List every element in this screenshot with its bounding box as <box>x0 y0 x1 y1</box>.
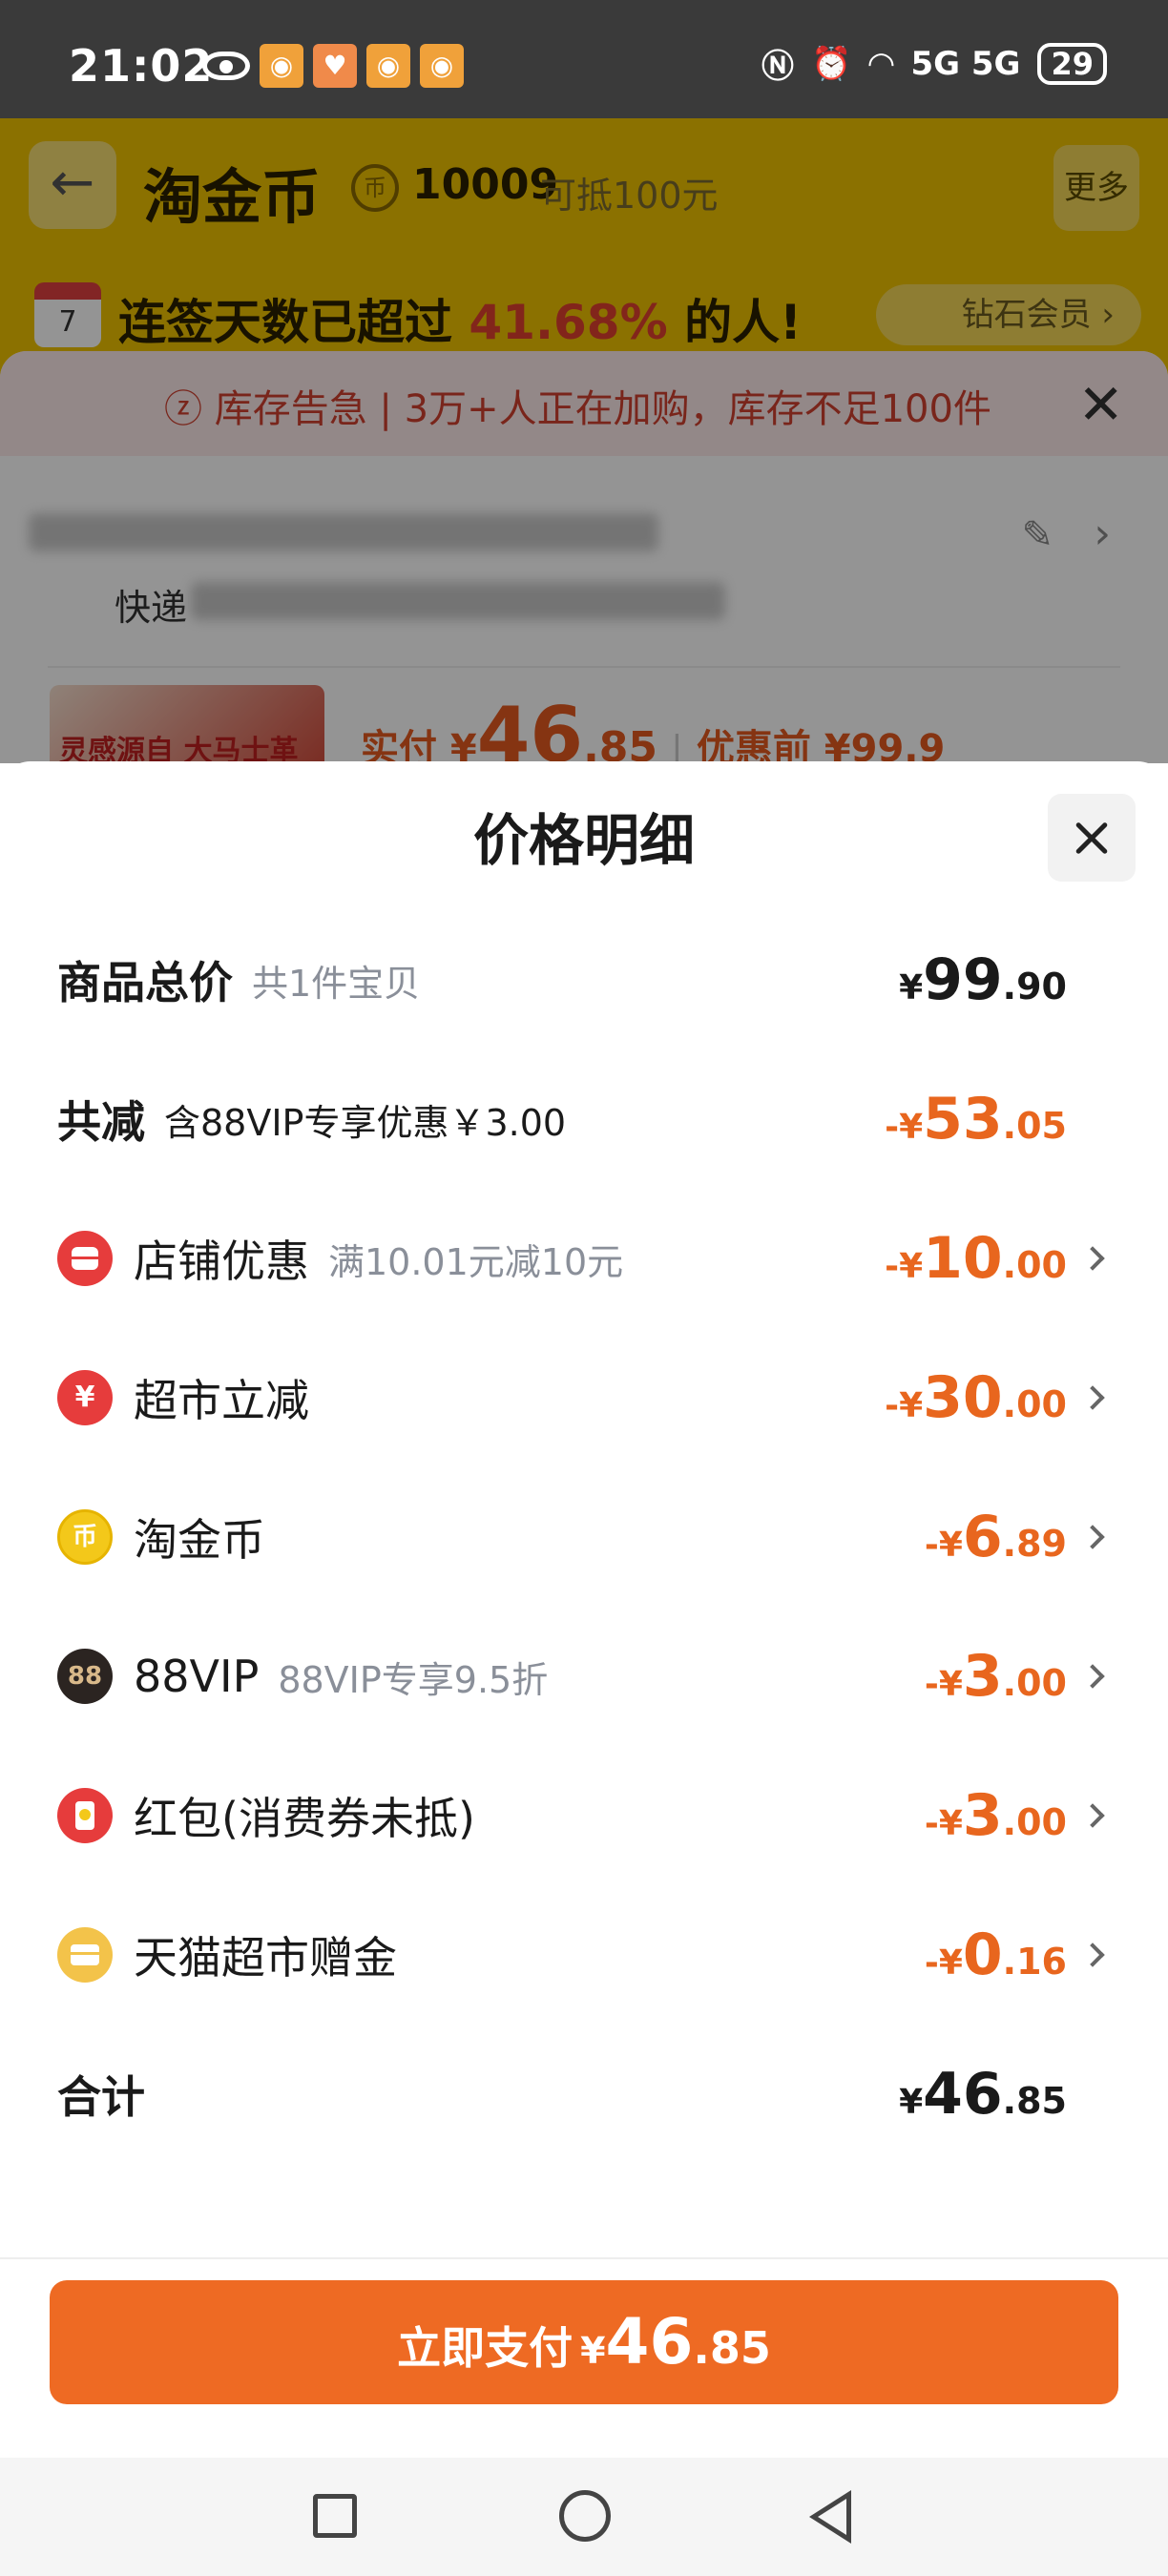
row-supermarket-discount[interactable]: ¥ 超市立减 -¥30.00 <box>0 1328 1168 1467</box>
nfc-icon: Ⓝ <box>761 48 794 86</box>
row-label: 超市立减 <box>134 1375 309 1426</box>
wifi-icon: ◠ <box>868 44 894 83</box>
divider <box>0 2257 1168 2259</box>
row-88vip[interactable]: 88 88VIP 88VIP专享9.5折 -¥3.00 <box>0 1607 1168 1746</box>
shop-icon <box>57 1231 113 1286</box>
supermarket-discount-icon: ¥ <box>57 1370 113 1425</box>
eye-icon <box>202 52 250 80</box>
chevron-right-icon <box>1080 1942 1105 1967</box>
row-amount: ¥99.90 <box>899 946 1067 1013</box>
alarm-icon: ⏰ <box>811 44 852 83</box>
row-amount: -¥0.16 <box>924 1922 1067 1988</box>
row-amount: -¥3.00 <box>924 1643 1067 1710</box>
row-label: 淘金币 <box>134 1514 265 1566</box>
status-right-icons: Ⓝ ⏰ ◠ 5G 5G 29 <box>761 40 1107 87</box>
row-amount: -¥10.00 <box>885 1225 1067 1292</box>
back-icon[interactable] <box>809 2490 851 2544</box>
row-label: 合计 <box>57 2071 145 2123</box>
heart-app-icon: ♥ <box>313 44 357 88</box>
row-sub: 共1件宝贝 <box>252 962 421 1005</box>
price-detail-sheet: 价格明细 商品总价 共1件宝贝 ¥99.90 共减 含88VIP专享优惠￥3.0… <box>0 761 1168 2458</box>
weibo-icon: ◉ <box>366 44 410 88</box>
modal-overlay[interactable] <box>0 118 1168 763</box>
row-sub: 满10.01元减10元 <box>328 1240 624 1283</box>
row-amount: -¥30.00 <box>885 1364 1067 1431</box>
red-packet-icon <box>57 1788 113 1843</box>
row-sub: 含88VIP专享优惠￥3.00 <box>164 1101 567 1144</box>
status-bar: 21:02 ◉ ♥ ◉ ◉ Ⓝ ⏰ ◠ 5G 5G 29 <box>0 0 1168 118</box>
battery-icon: 29 <box>1037 42 1107 85</box>
status-time: 21:02 <box>69 40 214 92</box>
row-label: 天猫超市赠金 <box>134 1932 397 1984</box>
weibo-icon: ◉ <box>420 44 464 88</box>
home-icon[interactable] <box>559 2490 611 2542</box>
row-label: 商品总价 <box>57 957 233 1008</box>
gift-money-icon <box>57 1927 113 1983</box>
row-amount: ¥46.85 <box>899 2061 1067 2128</box>
sheet-title: 价格明细 <box>472 808 695 873</box>
pay-now-button[interactable]: 立即支付 ¥46.85 <box>50 2280 1118 2404</box>
row-total-discount: 共减 含88VIP专享优惠￥3.00 -¥53.05 <box>0 1049 1168 1189</box>
row-shop-discount[interactable]: 店铺优惠 满10.01元减10元 -¥10.00 <box>0 1189 1168 1328</box>
row-grand-total: 合计 ¥46.85 <box>0 2025 1168 2164</box>
taobao-coin-icon: 币 <box>57 1509 113 1565</box>
row-taobao-coin[interactable]: 币 淘金币 -¥6.89 <box>0 1467 1168 1607</box>
row-gift-money[interactable]: 天猫超市赠金 -¥0.16 <box>0 1885 1168 2025</box>
vip88-icon: 88 <box>57 1649 113 1704</box>
chevron-right-icon <box>1080 1385 1105 1410</box>
row-label: 88VIP <box>134 1651 260 1702</box>
chevron-right-icon <box>1080 1246 1105 1271</box>
row-label: 共减 <box>57 1096 145 1148</box>
system-nav-bar <box>0 2458 1168 2576</box>
row-red-packet[interactable]: 红包(消费券未抵) -¥3.00 <box>0 1746 1168 1885</box>
row-amount: -¥3.00 <box>924 1782 1067 1849</box>
weibo-icon: ◉ <box>260 44 303 88</box>
row-amount: -¥6.89 <box>924 1504 1067 1570</box>
chevron-right-icon <box>1080 1803 1105 1828</box>
recents-icon[interactable] <box>313 2494 357 2538</box>
chevron-right-icon <box>1080 1664 1105 1689</box>
row-label: 红包(消费券未抵) <box>134 1793 475 1844</box>
row-sub: 88VIP专享9.5折 <box>278 1658 549 1701</box>
row-label: 店铺优惠 <box>134 1236 309 1287</box>
chevron-right-icon <box>1080 1525 1105 1549</box>
row-amount: -¥53.05 <box>885 1086 1067 1153</box>
row-goods-total: 商品总价 共1件宝贝 ¥99.90 <box>0 910 1168 1049</box>
close-button[interactable] <box>1048 794 1136 882</box>
signal-icon: 5G 5G <box>910 44 1021 83</box>
